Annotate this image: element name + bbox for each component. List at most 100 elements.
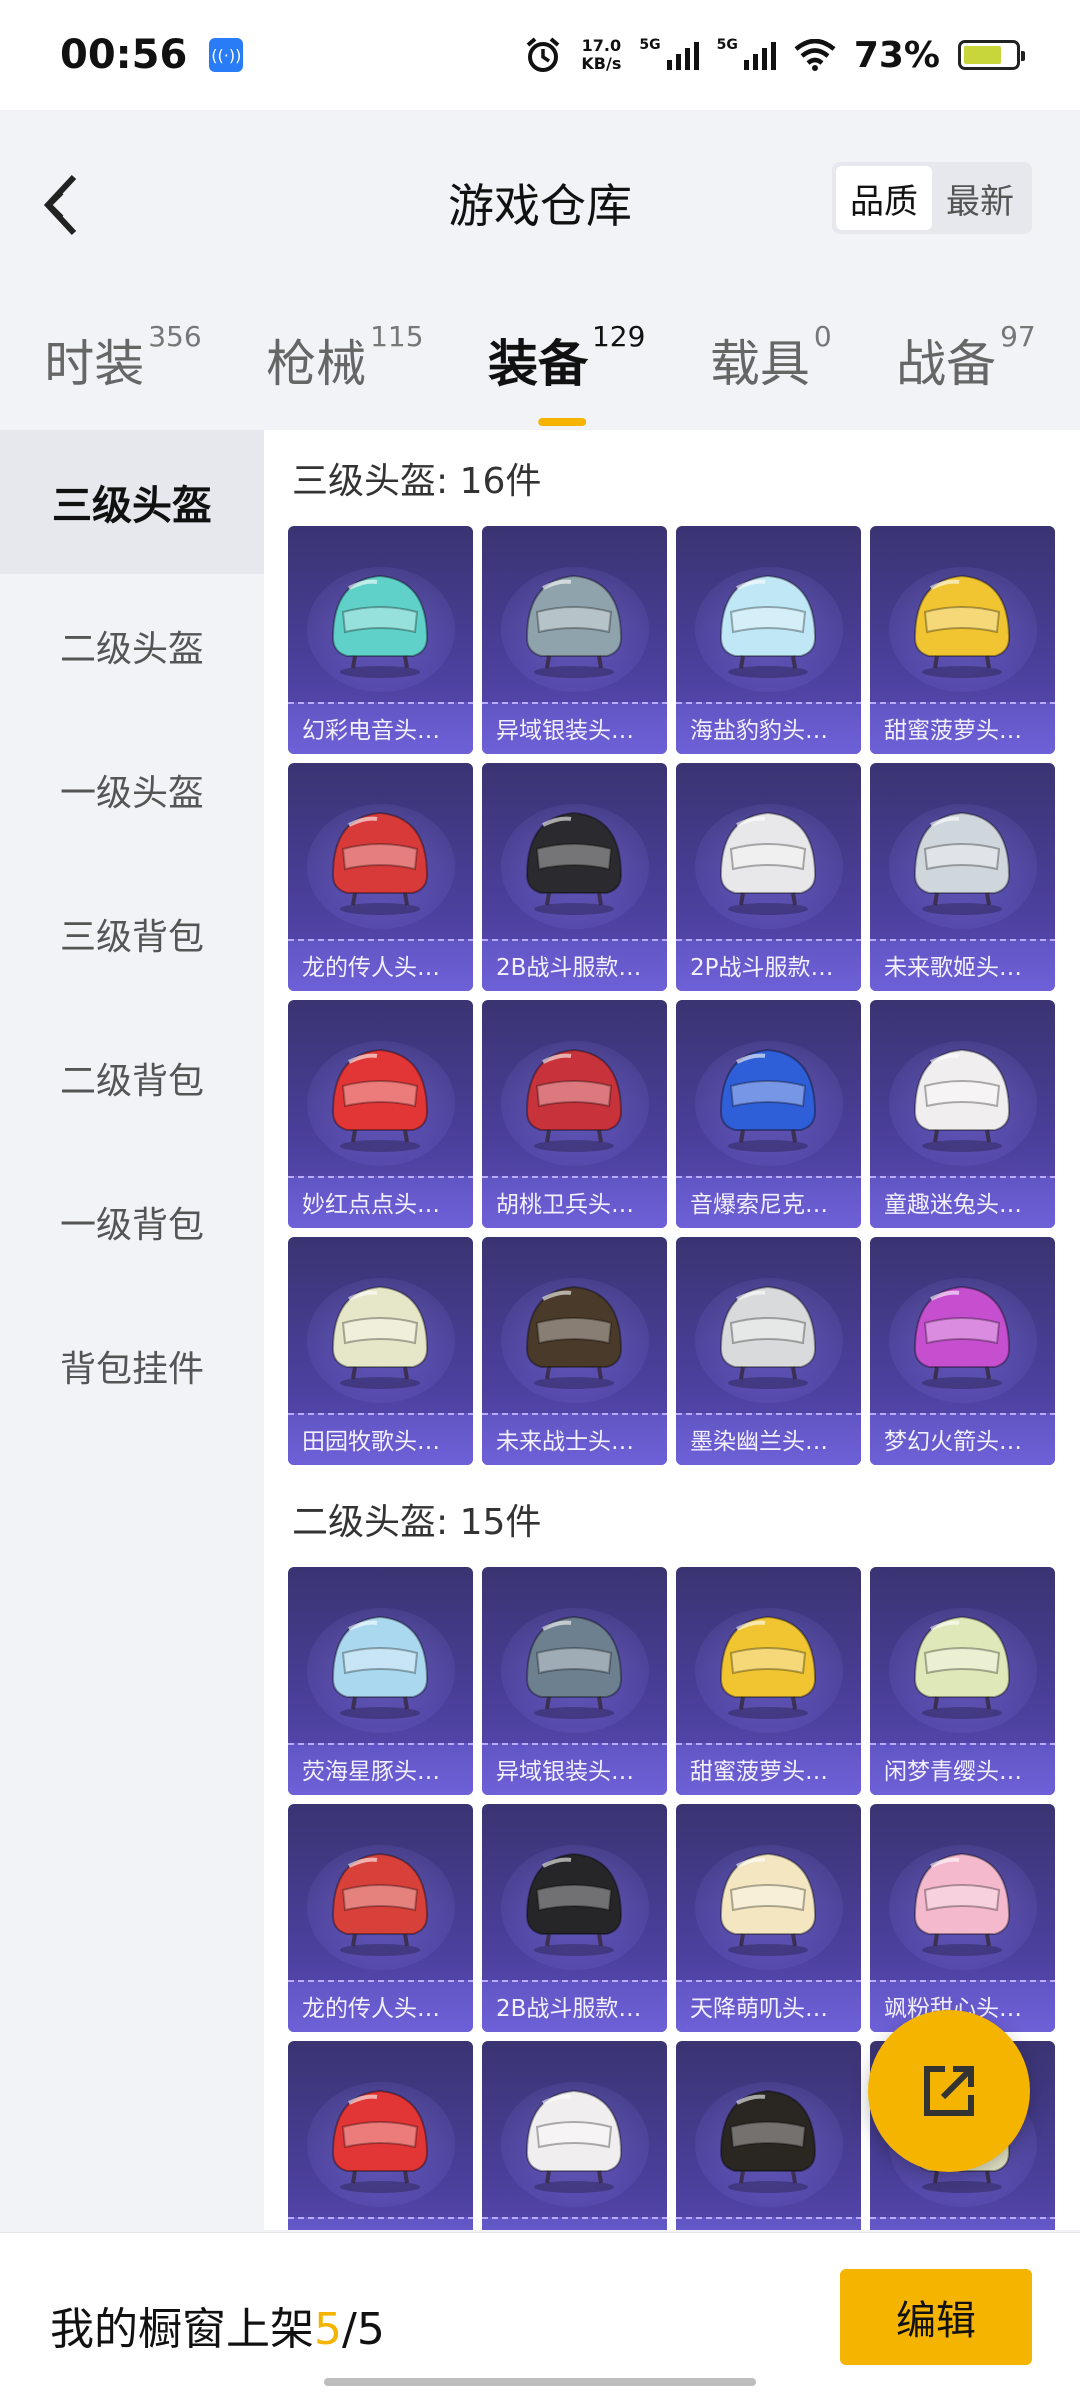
sidebar-item-level2-backpack[interactable]: 二级背包 xyxy=(0,1006,264,1150)
battery-icon xyxy=(958,40,1025,70)
sort-option-newest[interactable]: 最新 xyxy=(932,166,1028,230)
helmet-icon xyxy=(525,574,623,678)
battery-percent: 73% xyxy=(853,34,940,76)
item-card[interactable]: 墨染幽兰头… xyxy=(676,1237,861,1465)
net-speed-unit: KB/s xyxy=(581,54,622,73)
helmet-icon xyxy=(913,1285,1011,1389)
tab-gear[interactable]: 战备 97 xyxy=(896,320,1036,396)
helmet-icon xyxy=(331,574,429,678)
net-speed: 17.0 KB/s xyxy=(581,37,621,73)
edit-button[interactable]: 编辑 xyxy=(840,2269,1032,2365)
item-card[interactable]: 未来歌姬头… xyxy=(870,763,1055,991)
item-card-label: 2B战斗服款… xyxy=(482,1980,667,2032)
item-card-label: 妙红点点头… xyxy=(288,2217,473,2230)
shelf-label: 我的橱窗上架 xyxy=(50,2304,314,2355)
item-card[interactable]: 天降萌叽头… xyxy=(676,1804,861,2032)
section-title: 三级头盔: 16件 xyxy=(292,461,542,502)
item-card[interactable]: 梦幻火箭头… xyxy=(870,1237,1055,1465)
item-card[interactable]: 胡桃卫兵头… xyxy=(482,1000,667,1228)
sidebar-item-level3-backpack[interactable]: 三级背包 xyxy=(0,862,264,1006)
tab-active-indicator xyxy=(537,418,586,426)
helmet-icon xyxy=(719,1048,817,1152)
helmet-icon xyxy=(331,1615,429,1719)
item-card[interactable]: 童趣迷兔头… xyxy=(482,2041,667,2230)
helmet-icon xyxy=(331,2089,429,2193)
sidebar-item-level1-helmet[interactable]: 一级头盔 xyxy=(0,718,264,862)
sidebar-item-level1-backpack[interactable]: 一级背包 xyxy=(0,1150,264,1294)
item-card[interactable]: 2B战斗服款… xyxy=(482,763,667,991)
helmet-icon xyxy=(525,1852,623,1956)
helmet-icon xyxy=(719,574,817,678)
item-card[interactable]: 田园牧歌头… xyxy=(288,1237,473,1465)
signal-2-icon xyxy=(743,40,776,70)
item-card[interactable]: 龙的传人头… xyxy=(288,1804,473,2032)
item-card[interactable]: 甜蜜菠萝头… xyxy=(676,1567,861,1795)
item-card[interactable]: 2P战斗服款… xyxy=(676,763,861,991)
item-card[interactable]: 暗夜鎏金头… xyxy=(676,2041,861,2230)
net-speed-value: 17.0 xyxy=(581,36,622,55)
helmet-icon xyxy=(719,1285,817,1389)
item-card[interactable]: 未来战士头… xyxy=(482,1237,667,1465)
item-card-label: 音爆索尼克… xyxy=(676,1176,861,1228)
tab-count: 356 xyxy=(148,320,202,353)
helmet-icon xyxy=(331,1285,429,1389)
item-card[interactable]: 异域银装头… xyxy=(482,526,667,754)
signal-1-icon xyxy=(666,40,699,70)
sidebar-item-level3-helmet[interactable]: 三级头盔 xyxy=(0,430,264,574)
helmet-icon xyxy=(525,2089,623,2193)
item-card-label: 2B战斗服款… xyxy=(482,939,667,991)
tab-guns[interactable]: 枪械 115 xyxy=(266,320,423,396)
helmet-icon xyxy=(913,574,1011,678)
shelf-status: 我的橱窗上架5/5 xyxy=(50,2293,385,2357)
helmet-icon xyxy=(719,811,817,915)
sort-toggle: 品质 最新 xyxy=(832,162,1032,234)
item-card[interactable]: 闲梦青缨头… xyxy=(870,1567,1055,1795)
item-card[interactable]: 异域银装头… xyxy=(482,1567,667,1795)
sidebar-item-level2-helmet[interactable]: 二级头盔 xyxy=(0,574,264,718)
item-card-label: 暗夜鎏金头… xyxy=(676,2217,861,2230)
item-card-label: 2P战斗服款… xyxy=(676,939,861,991)
nfc-icon: ((·)) xyxy=(209,38,244,72)
tab-label: 时装 xyxy=(44,335,145,393)
item-card-label: 幻彩电音头… xyxy=(288,702,473,754)
status-bar: 00:56 ((·)) 17.0 KB/s 5G 5G 73% xyxy=(0,0,1080,110)
sort-option-quality[interactable]: 品质 xyxy=(836,166,932,230)
tab-label: 枪械 xyxy=(266,335,367,393)
helmet-icon xyxy=(525,811,623,915)
helmet-icon xyxy=(331,1048,429,1152)
tab-vehicles[interactable]: 载具 0 xyxy=(710,320,832,396)
share-button[interactable] xyxy=(868,2010,1030,2172)
item-card[interactable]: 音爆索尼克… xyxy=(676,1000,861,1228)
helmet-icon xyxy=(913,811,1011,915)
helmet-icon xyxy=(913,1615,1011,1719)
item-card[interactable]: 甜蜜菠萝头… xyxy=(870,526,1055,754)
tab-equipment[interactable]: 装备 129 xyxy=(488,320,645,426)
item-card[interactable]: 海盐豹豹头… xyxy=(676,526,861,754)
item-card[interactable]: 妙红点点头… xyxy=(288,2041,473,2230)
section-title: 二级头盔: 15件 xyxy=(292,1502,542,1543)
item-card-label: 田园牧歌头… xyxy=(870,2217,1055,2230)
item-card[interactable]: 幻彩电音头… xyxy=(288,526,473,754)
item-card-label: 童趣迷兔头… xyxy=(482,2217,667,2230)
item-card-label: 甜蜜菠萝头… xyxy=(676,1743,861,1795)
item-card-label: 龙的传人头… xyxy=(288,939,473,991)
item-card-label: 甜蜜菠萝头… xyxy=(870,702,1055,754)
item-card[interactable]: 童趣迷兔头… xyxy=(870,1000,1055,1228)
home-indicator[interactable] xyxy=(324,2378,756,2386)
item-card[interactable]: 2B战斗服款… xyxy=(482,1804,667,2032)
tab-label: 战备 xyxy=(896,335,997,393)
item-card[interactable]: 龙的传人头… xyxy=(288,763,473,991)
item-card[interactable]: 荧海星豚头… xyxy=(288,1567,473,1795)
sidebar-item-backpack-charm[interactable]: 背包挂件 xyxy=(0,1294,264,1438)
item-card-label: 龙的传人头… xyxy=(288,1980,473,2032)
header: 游戏仓库 品质 最新 xyxy=(0,110,1080,290)
signal-1-label: 5G xyxy=(639,36,661,53)
battery-level-fill xyxy=(964,46,1001,64)
item-card[interactable]: 飒粉甜心头… xyxy=(870,1804,1055,2032)
item-card[interactable]: 妙红点点头… xyxy=(288,1000,473,1228)
item-card-label: 田园牧歌头… xyxy=(288,1413,473,1465)
bottom-bar: 我的橱窗上架5/5 编辑 xyxy=(0,2232,1080,2400)
tab-outfits[interactable]: 时装 356 xyxy=(44,320,201,396)
helmet-icon xyxy=(719,1615,817,1719)
helmet-icon xyxy=(331,811,429,915)
